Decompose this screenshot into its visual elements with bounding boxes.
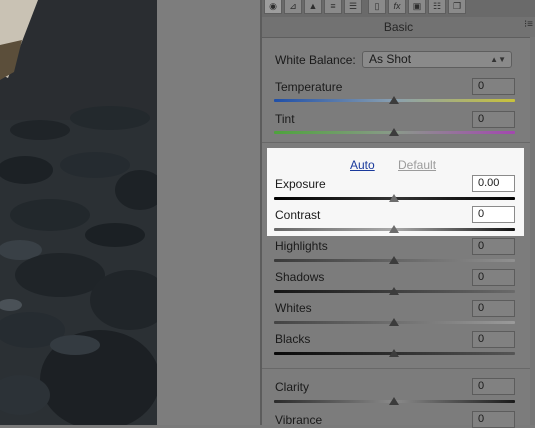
- exposure-label: Exposure: [275, 177, 326, 191]
- clarity-field[interactable]: 0: [472, 378, 515, 395]
- temperature-field[interactable]: 0: [472, 78, 515, 95]
- hsl-icon[interactable]: ≡: [324, 0, 342, 14]
- presets-icon[interactable]: ☷: [428, 0, 446, 14]
- panel-menu-icon[interactable]: ⁝≡: [524, 19, 533, 30]
- highlights-field[interactable]: 0: [472, 238, 515, 255]
- contrast-slider-thumb[interactable]: [389, 225, 399, 233]
- tint-slider-thumb[interactable]: [389, 128, 399, 136]
- section-divider: [262, 368, 535, 369]
- photo-preview: [0, 0, 157, 425]
- camera-calibration-icon[interactable]: ▣: [408, 0, 426, 14]
- shadows-slider-thumb[interactable]: [389, 287, 399, 295]
- panel-title: Basic: [383, 20, 414, 34]
- snapshots-icon[interactable]: ❐: [448, 0, 466, 14]
- exposure-slider-thumb[interactable]: [389, 194, 399, 202]
- whites-slider-thumb[interactable]: [389, 318, 399, 326]
- white-balance-label: White Balance:: [275, 53, 356, 67]
- exposure-field[interactable]: 0.00: [472, 175, 515, 192]
- highlights-slider-thumb[interactable]: [389, 256, 399, 264]
- clarity-label: Clarity: [275, 380, 310, 394]
- blacks-slider-thumb[interactable]: [389, 349, 399, 357]
- photo-rocks-image: [0, 0, 157, 425]
- tint-label: Tint: [275, 112, 295, 126]
- highlights-label: Highlights: [275, 239, 328, 253]
- vibrance-field[interactable]: 0: [472, 411, 515, 428]
- whites-field[interactable]: 0: [472, 300, 515, 317]
- section-divider: [262, 142, 535, 143]
- tone-highlight-region: Auto Default Exposure 0.00 Contrast 0: [267, 148, 524, 236]
- detail-icon[interactable]: ▲: [304, 0, 322, 14]
- white-balance-value: As Shot: [369, 52, 412, 66]
- basic-panel: ◉ ⊿ ▲ ≡ ☰ ▯ fx ▣ ☷ ❐ Basic ⁝≡ White Bala…: [262, 0, 535, 428]
- contrast-field[interactable]: 0: [472, 206, 515, 223]
- blacks-label: Blacks: [275, 332, 311, 346]
- white-balance-select[interactable]: As Shot ▲▼: [362, 51, 512, 68]
- temperature-slider-thumb[interactable]: [389, 96, 399, 104]
- temperature-label: Temperature: [275, 80, 343, 94]
- contrast-label: Contrast: [275, 208, 321, 222]
- clarity-slider-thumb[interactable]: [389, 397, 399, 405]
- tint-field[interactable]: 0: [472, 111, 515, 128]
- tone-curve-icon[interactable]: ⊿: [284, 0, 302, 14]
- shadows-field[interactable]: 0: [472, 269, 515, 286]
- chevron-updown-icon: ▲▼: [490, 55, 506, 64]
- panel-header: Basic ⁝≡: [262, 17, 535, 38]
- panel-tab-bar: ◉ ⊿ ▲ ≡ ☰ ▯ fx ▣ ☷ ❐: [262, 0, 535, 18]
- split-toning-icon[interactable]: ☰: [344, 0, 362, 14]
- lens-icon[interactable]: ▯: [368, 0, 386, 14]
- shadows-label: Shadows: [275, 270, 325, 284]
- canvas-background: [157, 0, 260, 425]
- blacks-field[interactable]: 0: [472, 331, 515, 348]
- default-link[interactable]: Default: [398, 158, 436, 172]
- auto-link[interactable]: Auto: [350, 158, 375, 172]
- panel-scrollbar[interactable]: [530, 37, 535, 425]
- whites-label: Whites: [275, 301, 312, 315]
- camera-icon[interactable]: ◉: [264, 0, 282, 14]
- fx-icon[interactable]: fx: [388, 0, 406, 14]
